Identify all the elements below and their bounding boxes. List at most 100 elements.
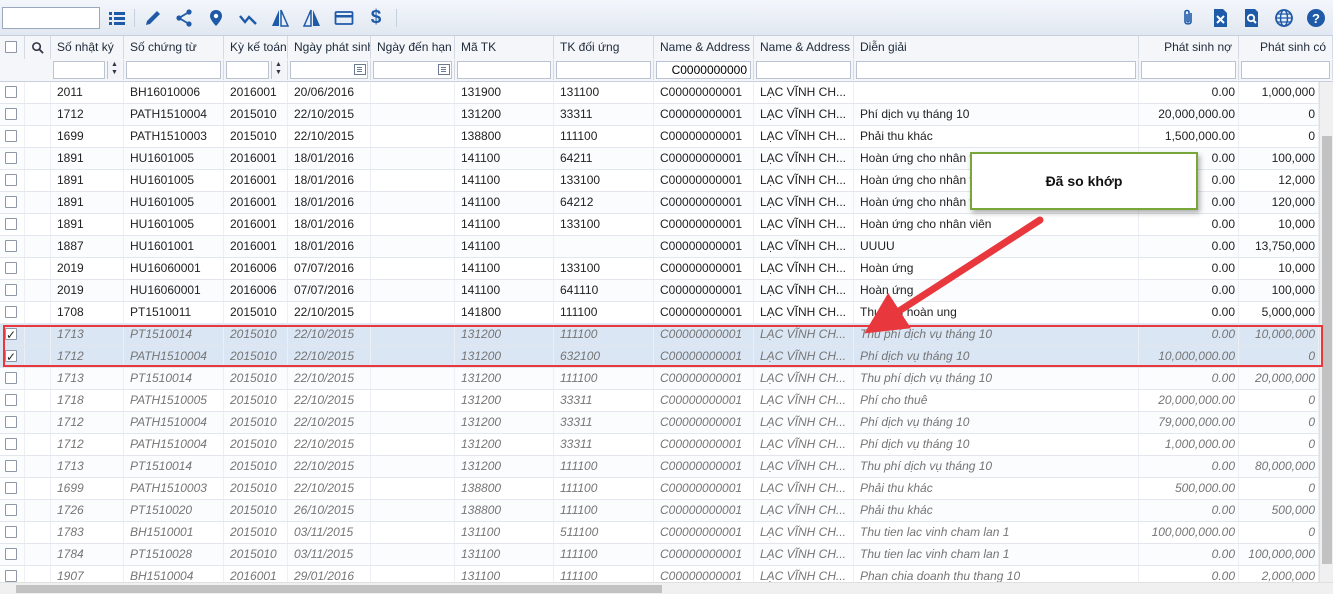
row-checkbox[interactable]	[5, 438, 17, 450]
row-checkbox-cell[interactable]	[0, 214, 25, 235]
table-row[interactable]: 1713PT1510014201501022/10/2015 1312001111…	[0, 456, 1319, 478]
spinner-arrows-icon[interactable]: ▲ ▼	[271, 61, 285, 79]
filter-phat-sinh-no-input[interactable]	[1141, 61, 1236, 79]
row-checkbox[interactable]	[5, 526, 17, 538]
table-row[interactable]: 1907 BH1510004 2016001 29/01/2016 131100 1111…	[0, 566, 1319, 582]
row-checkbox[interactable]	[5, 240, 17, 252]
row-checkbox[interactable]	[5, 306, 17, 318]
row-checkbox[interactable]	[5, 504, 17, 516]
table-row[interactable]: 1712 PATH1510004 2015010 22/10/2015 131200 33…	[0, 434, 1319, 456]
row-checkbox-cell[interactable]	[0, 126, 25, 147]
row-checkbox[interactable]	[5, 284, 17, 296]
row-checkbox-cell[interactable]	[0, 478, 25, 499]
horizontal-scroll-thumb[interactable]	[16, 585, 662, 593]
col-header-name-address-1[interactable]: Name & Address	[654, 36, 754, 59]
row-checkbox-cell[interactable]	[0, 82, 25, 103]
table-row[interactable]: 2019 HU16060001 2016006 07/07/2016 141100 133…	[0, 258, 1319, 280]
table-row[interactable]: 1708 PT1510011 2015010 22/10/2015 141800 1111…	[0, 302, 1319, 324]
flip-right-icon[interactable]	[301, 7, 323, 29]
globe-icon[interactable]	[1273, 7, 1295, 29]
filter-phat-sinh-co-input[interactable]	[1241, 61, 1330, 79]
calendar-icon[interactable]	[354, 64, 366, 75]
filter-dien-giai-input[interactable]	[856, 61, 1136, 79]
col-header-phat-sinh-no[interactable]: Phát sinh nợ	[1139, 36, 1239, 59]
filter-ky-ke-toan-input[interactable]	[226, 61, 269, 79]
horizontal-scrollbar[interactable]	[0, 582, 1333, 594]
col-header-ngay-phat-sinh[interactable]: Ngày phát sinh	[288, 36, 371, 59]
row-checkbox[interactable]	[5, 416, 17, 428]
row-checkbox-cell[interactable]	[0, 280, 25, 301]
filter-ma-tk-input[interactable]	[457, 61, 551, 79]
row-checkbox-cell[interactable]	[0, 368, 25, 389]
row-checkbox-cell[interactable]	[0, 456, 25, 477]
flip-left-icon[interactable]	[269, 7, 291, 29]
table-row[interactable]: 1726 PT1510020 2015010 26/10/2015 138800 1111…	[0, 500, 1319, 522]
table-row[interactable]: 1891 HU1601005 2016001 18/01/2016 141100 1331…	[0, 214, 1319, 236]
vertical-scroll-thumb[interactable]	[1322, 136, 1332, 564]
row-checkbox[interactable]	[5, 570, 17, 582]
table-row[interactable]: 1784 PT1510028 2015010 03/11/2015 131100 1111…	[0, 544, 1319, 566]
table-row[interactable]: 2011 BH16010006 2016001 20/06/2016 131900 131…	[0, 82, 1319, 104]
row-checkbox-cell[interactable]	[0, 258, 25, 279]
table-row[interactable]: 1718 PATH1510005 2015010 22/10/2015 131200 33…	[0, 390, 1319, 412]
row-checkbox[interactable]	[5, 460, 17, 472]
row-checkbox[interactable]	[5, 130, 17, 142]
table-row[interactable]: 1712 PATH1510004 2015010 22/10/2015 131200 33…	[0, 412, 1319, 434]
row-checkbox[interactable]	[5, 108, 17, 120]
share-icon[interactable]	[173, 7, 195, 29]
row-checkbox[interactable]	[5, 86, 17, 98]
toolbar-search-input[interactable]	[2, 7, 100, 29]
row-checkbox-cell[interactable]	[0, 500, 25, 521]
col-header-so-chung-tu[interactable]: Số chứng từ	[124, 36, 224, 59]
row-checkbox[interactable]	[5, 372, 17, 384]
excel-export-icon[interactable]	[1209, 7, 1231, 29]
row-checkbox[interactable]	[5, 218, 17, 230]
col-header-name-address-2[interactable]: Name & Address	[754, 36, 854, 59]
check-mark-icon[interactable]	[237, 7, 259, 29]
paperclip-icon[interactable]	[1177, 7, 1199, 29]
row-checkbox[interactable]	[5, 482, 17, 494]
row-checkbox[interactable]	[5, 394, 17, 406]
dollar-icon[interactable]: $	[365, 7, 387, 29]
row-checkbox[interactable]	[5, 196, 17, 208]
filter-name-address-1-input[interactable]	[656, 61, 751, 79]
table-row[interactable]: 1699 PATH1510003 2015010 22/10/2015 138800 11…	[0, 478, 1319, 500]
col-header-phat-sinh-co[interactable]: Phát sinh có	[1239, 36, 1333, 59]
row-checkbox-cell[interactable]	[0, 390, 25, 411]
col-header-ky-ke-toan[interactable]: Kỳ kế toán	[224, 36, 288, 59]
col-header-so-nhat-ky[interactable]: Số nhật ký	[51, 36, 124, 59]
table-row[interactable]: 1699 PATH1510003 2015010 22/10/2015 138800 11…	[0, 126, 1319, 148]
list-icon[interactable]	[106, 7, 128, 29]
credit-card-icon[interactable]	[333, 7, 355, 29]
row-checkbox-cell[interactable]	[0, 544, 25, 565]
edit-icon[interactable]	[142, 7, 164, 29]
row-checkbox-cell[interactable]	[0, 522, 25, 543]
row-checkbox-cell[interactable]	[0, 566, 25, 582]
filter-so-chung-tu-input[interactable]	[126, 61, 221, 79]
table-row[interactable]: 1887 HU1601001 2016001 18/01/2016 141100 C000…	[0, 236, 1319, 258]
row-checkbox-cell[interactable]	[0, 236, 25, 257]
filter-so-nhat-ky-input[interactable]	[53, 61, 105, 79]
table-row[interactable]: 1712 PATH1510004 2015010 22/10/2015 131200 33…	[0, 104, 1319, 126]
row-checkbox-cell[interactable]	[0, 412, 25, 433]
row-checkbox[interactable]	[5, 174, 17, 186]
select-all-checkbox[interactable]	[5, 41, 17, 53]
spinner-arrows-icon[interactable]: ▲ ▼	[107, 61, 121, 79]
row-checkbox[interactable]	[5, 262, 17, 274]
table-row[interactable]: 1783 BH1510001 2015010 03/11/2015 131100 5111…	[0, 522, 1319, 544]
filter-tk-doi-ung-input[interactable]	[556, 61, 651, 79]
col-header-ngay-den-han[interactable]: Ngày đến hạn	[371, 36, 455, 59]
row-checkbox-cell[interactable]	[0, 434, 25, 455]
row-checkbox[interactable]	[5, 548, 17, 560]
col-header-tk-doi-ung[interactable]: TK đối ứng	[554, 36, 654, 59]
table-row[interactable]: 1713PT1510014201501022/10/2015 1312001111…	[0, 368, 1319, 390]
row-checkbox-cell[interactable]	[0, 302, 25, 323]
search-document-icon[interactable]	[1241, 7, 1263, 29]
filter-name-address-2-input[interactable]	[756, 61, 851, 79]
row-search-header[interactable]	[25, 36, 51, 59]
map-marker-icon[interactable]	[205, 7, 227, 29]
col-header-dien-giai[interactable]: Diễn giải	[854, 36, 1139, 59]
row-checkbox-cell[interactable]	[0, 192, 25, 213]
help-icon[interactable]: ?	[1305, 7, 1327, 29]
row-checkbox[interactable]	[5, 152, 17, 164]
